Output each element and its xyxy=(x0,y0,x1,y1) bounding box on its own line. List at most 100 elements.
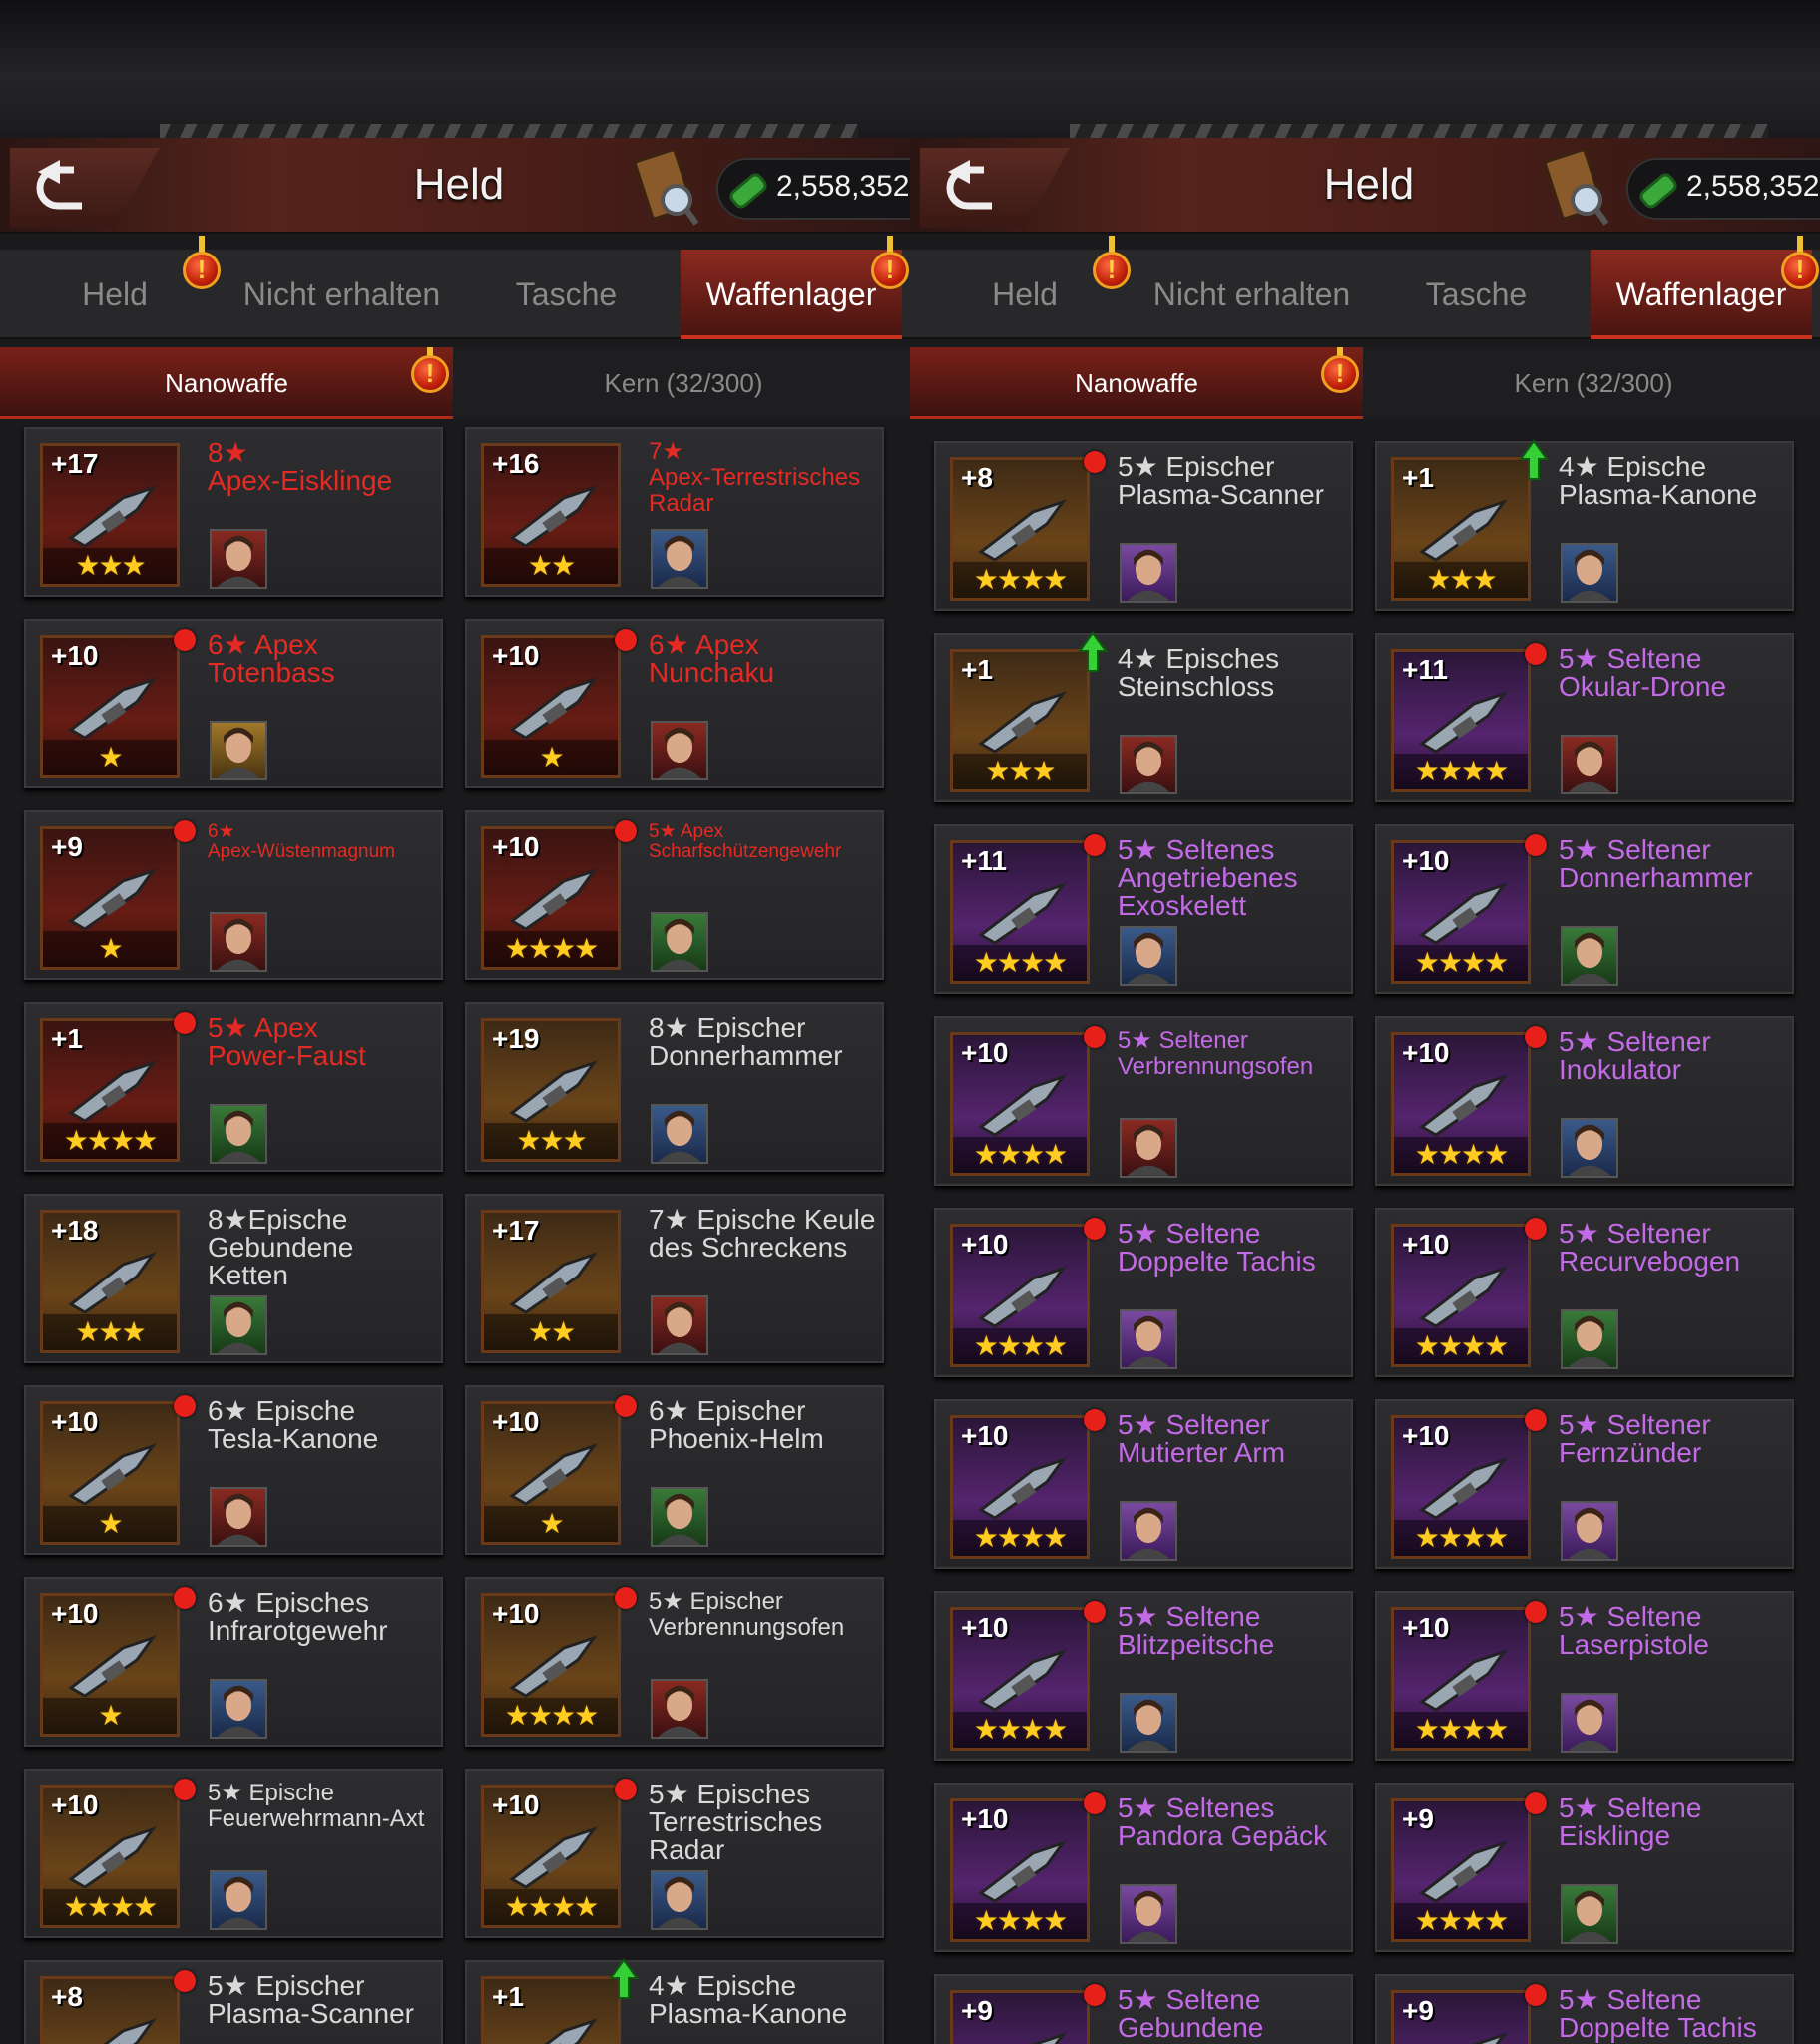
weapon-card[interactable]: +1 ★★★ 4★ Epische Plasma-Kanone xyxy=(465,1958,884,2044)
hero-portrait[interactable] xyxy=(1561,1501,1618,1561)
hero-portrait[interactable] xyxy=(1561,1884,1618,1944)
weapon-card[interactable]: +10 ★ 6★ Epischer Phoenix-Helm xyxy=(465,1385,884,1555)
hero-portrait[interactable] xyxy=(210,912,267,972)
weapon-card[interactable]: +10 ★★★★ 5★ Seltener Inokulator xyxy=(1375,1016,1794,1186)
star-rating: ★★★★ xyxy=(1394,1712,1528,1748)
star-rating: ★★ xyxy=(484,548,618,584)
weapon-card[interactable]: +9 ★★★★ 5★ Seltene Gebundene xyxy=(934,1974,1353,2044)
tab-tasche[interactable]: Tasche xyxy=(1364,250,1589,339)
star-rating: ★ xyxy=(43,1698,177,1734)
weapon-card[interactable]: +1 ★★★ 4★ Epische Plasma-Kanone xyxy=(1375,439,1794,611)
hero-portrait[interactable] xyxy=(210,1487,267,1547)
subtab-nanowaffe[interactable]: Nanowaffe xyxy=(0,347,453,419)
weapon-card[interactable]: +10 ★★★★ 5★ Seltener Recurvebogen xyxy=(1375,1208,1794,1377)
weapon-card[interactable]: +10 ★★★★ 5★ Epische Feuerwehrmann-Axt xyxy=(24,1769,443,1938)
hero-portrait[interactable] xyxy=(210,721,267,780)
weapon-card[interactable]: +9 ★ 6★ Apex-Wüstenmagnum xyxy=(24,810,443,980)
hero-portrait[interactable] xyxy=(210,1104,267,1164)
star-rating: ★★★★ xyxy=(953,1137,1087,1173)
weapon-card[interactable]: +10 ★★★★ 5★ Apex Scharfschützengewehr xyxy=(465,810,884,980)
hero-portrait[interactable] xyxy=(1561,1693,1618,1753)
tab-nicht-erhalten[interactable]: Nicht erhalten xyxy=(1139,250,1364,339)
hero-portrait[interactable] xyxy=(210,529,267,589)
hero-portrait[interactable] xyxy=(210,1870,267,1930)
hero-portrait[interactable] xyxy=(651,1870,708,1930)
weapon-card[interactable]: +17 ★★ 7★ Epische Keule des Schreckens xyxy=(465,1194,884,1363)
hero-portrait[interactable] xyxy=(651,1104,708,1164)
tab-waffenlager[interactable]: Waffenlager xyxy=(1591,250,1812,339)
weapon-card[interactable]: +10 ★★★★ 5★ Seltene Doppelte Tachis xyxy=(934,1208,1353,1377)
weapon-name: 5★ Episches Terrestrisches Radar xyxy=(649,1779,823,1865)
weapon-card[interactable]: +16 ★★ 7★ Apex-Terrestrisches Radar xyxy=(465,427,884,597)
weapon-card[interactable]: +11 ★★★★ 5★ Seltene Okular-Drone xyxy=(1375,633,1794,802)
weapon-card[interactable]: +10 ★★★★ 5★ Seltener Donnerhammer xyxy=(1375,824,1794,994)
hero-portrait[interactable] xyxy=(651,529,708,589)
weapon-card[interactable]: +19 ★★★ 8★ Epischer Donnerhammer xyxy=(465,1002,884,1172)
hero-portrait[interactable] xyxy=(1120,543,1177,603)
hero-portrait[interactable] xyxy=(1561,543,1618,603)
weapon-card[interactable]: +17 ★★★ 8★ Apex-Eisklinge xyxy=(24,427,443,597)
hero-portrait[interactable] xyxy=(651,1679,708,1739)
tab-tasche[interactable]: Tasche xyxy=(454,250,679,339)
tab-nicht-erhalten[interactable]: Nicht erhalten xyxy=(229,250,454,339)
weapon-card[interactable]: +10 ★★★★ 5★ Episches Terrestrisches Rada… xyxy=(465,1769,884,1938)
weapon-card[interactable]: +10 ★★★★ 5★ Seltene Blitzpeitsche xyxy=(934,1591,1353,1761)
hero-portrait[interactable] xyxy=(651,1487,708,1547)
weapon-card[interactable]: +9 ★★★★ 5★ Seltene Eisklinge xyxy=(1375,1783,1794,1952)
weapon-name: 6★ Episches Infrarotgewehr xyxy=(208,1587,388,1646)
new-item-dot xyxy=(174,1970,196,1992)
weapon-card[interactable]: +8 ★★★★ 5★ Epischer Plasma-Scanner xyxy=(934,441,1353,611)
weapon-card[interactable]: +10 ★ 6★ Epische Tesla-Kanone xyxy=(24,1385,443,1555)
weapon-card[interactable]: +10 ★★★★ 5★ Seltene Laserpistole xyxy=(1375,1591,1794,1761)
weapon-thumbnail: +10 ★ xyxy=(40,1593,180,1737)
guide-book-icon[interactable] xyxy=(635,148,700,228)
weapon-icon xyxy=(1419,691,1508,754)
weapon-card[interactable]: +10 ★★★★ 5★ Seltener Fernzünder xyxy=(1375,1399,1794,1569)
weapon-card[interactable]: +10 ★★★★ 5★ Seltener Verbrennungsofen xyxy=(934,1016,1353,1186)
star-rating: ★★★ xyxy=(43,548,177,584)
weapon-card[interactable]: +10 ★★★★ 5★ Epischer Verbrennungsofen xyxy=(465,1577,884,1747)
weapon-icon xyxy=(68,1252,157,1314)
star-rating: ★ xyxy=(43,1506,177,1542)
weapon-icon xyxy=(978,882,1067,945)
hero-portrait[interactable] xyxy=(1120,1501,1177,1561)
weapon-card[interactable]: +9 ★★★★ 5★ Seltene Doppelte Tachis xyxy=(1375,1974,1794,2044)
hero-portrait[interactable] xyxy=(651,1295,708,1355)
tab-waffenlager[interactable]: Waffenlager xyxy=(681,250,902,339)
enhance-level: +10 xyxy=(51,1789,99,1820)
hero-portrait[interactable] xyxy=(1561,926,1618,986)
subtab-kern[interactable]: Kern (32/300) xyxy=(457,347,910,419)
weapon-card[interactable]: +10 ★ 6★ Apex Nunchaku xyxy=(465,619,884,788)
weapon-card[interactable]: +18 ★★★ 8★Epische Gebundene Ketten xyxy=(24,1194,443,1363)
hero-portrait[interactable] xyxy=(1120,1693,1177,1753)
weapon-name: 5★ Seltene Laserpistole xyxy=(1559,1601,1709,1660)
hero-portrait[interactable] xyxy=(1120,1118,1177,1178)
hero-portrait[interactable] xyxy=(651,912,708,972)
hero-portrait[interactable] xyxy=(1561,1118,1618,1178)
weapon-card[interactable]: +10 ★★★★ 5★ Seltenes Pandora Gepäck xyxy=(934,1783,1353,1952)
weapon-card[interactable]: +1 ★★★ 4★ Episches Steinschloss xyxy=(934,631,1353,802)
hero-portrait[interactable] xyxy=(1561,735,1618,794)
hero-portrait[interactable] xyxy=(1561,1309,1618,1369)
subtab-nanowaffe[interactable]: Nanowaffe xyxy=(910,347,1363,419)
hero-portrait[interactable] xyxy=(651,721,708,780)
weapon-card[interactable]: +10 ★ 6★ Episches Infrarotgewehr xyxy=(24,1577,443,1747)
hero-portrait[interactable] xyxy=(1120,1309,1177,1369)
hero-portrait[interactable] xyxy=(1120,1884,1177,1944)
hero-portrait[interactable] xyxy=(1120,926,1177,986)
hero-portrait[interactable] xyxy=(1120,735,1177,794)
weapon-card[interactable]: +10 ★★★★ 5★ Seltener Mutierter Arm xyxy=(934,1399,1353,1569)
weapon-card[interactable]: +1 ★★★★ 5★ Apex Power-Faust xyxy=(24,1002,443,1172)
hero-portrait[interactable] xyxy=(210,1679,267,1739)
new-item-dot xyxy=(615,1779,637,1800)
hero-face-icon xyxy=(658,1493,701,1545)
weapon-card[interactable]: +8 ★★★★ 5★ Epischer Plasma-Scanner xyxy=(24,1960,443,2044)
enhance-level: +1 xyxy=(492,1981,524,2012)
weapon-card[interactable]: +11 ★★★★ 5★ Seltenes Angetriebenes Exosk… xyxy=(934,824,1353,994)
guide-book-icon[interactable] xyxy=(1545,148,1610,228)
subtab-kern[interactable]: Kern (32/300) xyxy=(1367,347,1820,419)
hero-portrait[interactable] xyxy=(210,1295,267,1355)
weapon-card[interactable]: +10 ★ 6★ Apex Totenbass xyxy=(24,619,443,788)
hero-face-icon xyxy=(217,918,260,970)
star-rating: ★★★★ xyxy=(1394,1520,1528,1556)
